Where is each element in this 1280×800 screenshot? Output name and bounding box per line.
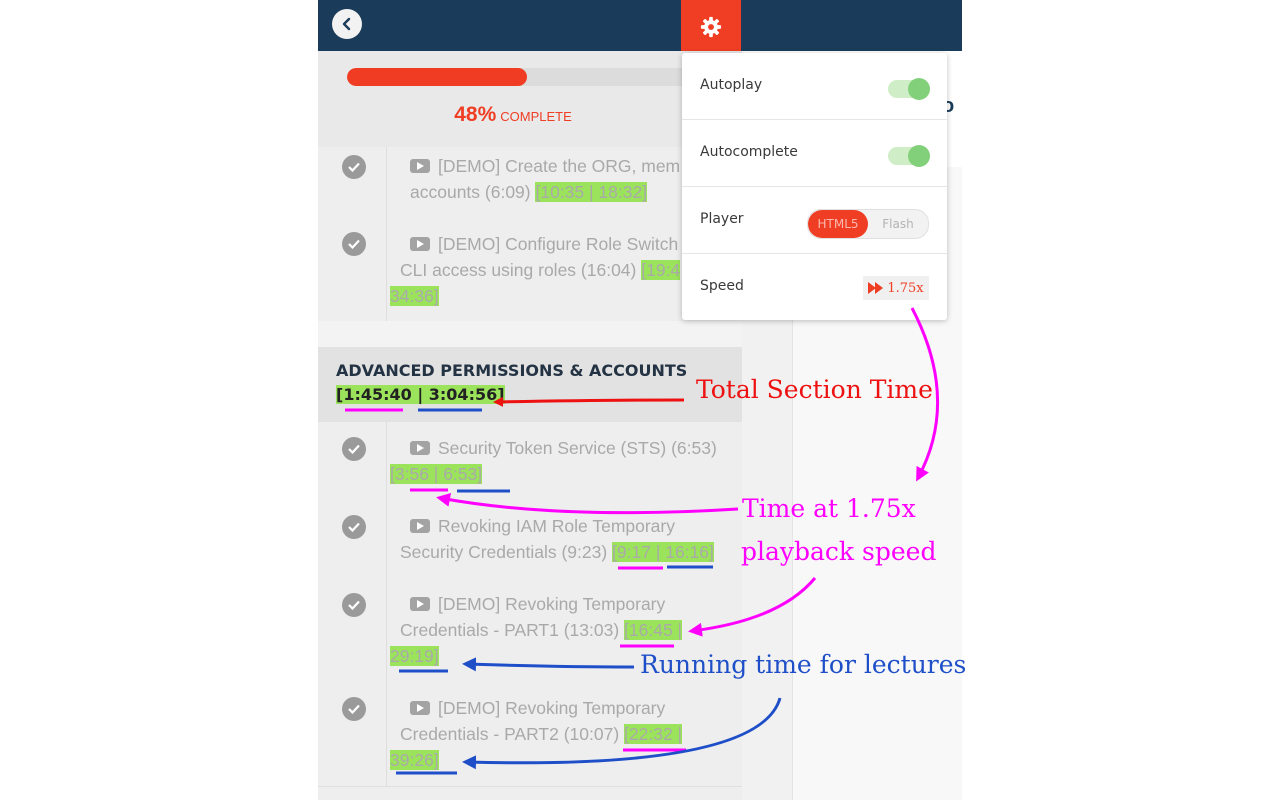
completed-check-icon[interactable]	[342, 515, 366, 539]
lecture-title: [DEMO] Configure Role Switch CLI access …	[390, 234, 681, 306]
section-time: [1:45:40 | 3:04:56]	[336, 385, 505, 404]
progress-bar	[347, 68, 722, 86]
annotation-speed-line1: Time at 1.75x	[742, 494, 916, 523]
lecture-title: [DEMO] Revoking Temporary Credentials - …	[390, 698, 683, 770]
lecture-item[interactable]: Revoking IAM Role Temporary Security Cre…	[318, 500, 742, 579]
video-icon	[410, 597, 430, 611]
lecture-time: [19:4	[641, 260, 681, 280]
speed-button[interactable]: 1.75x	[863, 276, 929, 300]
section-title: ADVANCED PERMISSIONS & ACCOUNTS	[336, 361, 688, 380]
annotation-total-section: Total Section Time	[696, 375, 933, 404]
toggle-knob	[908, 145, 930, 167]
video-icon	[410, 441, 430, 455]
divider	[386, 147, 387, 218]
fast-forward-icon	[868, 282, 884, 294]
completed-check-icon[interactable]	[342, 232, 366, 256]
video-icon	[410, 519, 430, 533]
top-bar	[318, 0, 962, 53]
settings-button[interactable]	[681, 0, 741, 53]
lecture-time: [16:45 |	[624, 620, 683, 640]
section-time-total: 3:04:56	[428, 385, 498, 404]
video-icon	[410, 159, 430, 173]
back-button[interactable]	[332, 9, 362, 39]
lecture-time-cont: 34:36]	[390, 286, 439, 306]
annotation-running: Running time for lectures	[640, 650, 967, 679]
gear-icon	[700, 16, 722, 37]
progress-bar-fill	[347, 68, 527, 86]
completed-check-icon[interactable]	[342, 437, 366, 461]
video-icon	[410, 237, 430, 251]
completed-check-icon[interactable]	[342, 593, 366, 617]
curriculum-sidebar: 48% COMPLETE [DEMO] Create the ORG, mem a…	[318, 51, 742, 800]
speed-label: Speed	[700, 278, 744, 294]
section-time-fast: 1:45:40	[343, 385, 412, 404]
lecture-time: [22:32 |	[624, 724, 683, 744]
chevron-left-icon	[342, 17, 351, 31]
lecture-time-cont: 29:19]	[390, 646, 439, 666]
lecture-title: Revoking IAM Role Temporary Security Cre…	[400, 516, 714, 562]
progress-area: 48% COMPLETE	[318, 51, 742, 147]
divider	[386, 422, 387, 500]
lecture-time: [9:17 | 16:16]	[612, 542, 714, 562]
setting-autoplay: Autoplay	[682, 53, 947, 120]
player-option-flash[interactable]: Flash	[868, 210, 928, 238]
divider	[386, 578, 387, 682]
divider	[386, 218, 387, 321]
setting-player: Player HTML5 Flash	[682, 187, 947, 254]
progress-complete-label: COMPLETE	[500, 109, 572, 124]
lecture-item[interactable]: [DEMO] Create the ORG, mem accounts (6:0…	[318, 147, 742, 219]
section-gap	[318, 321, 742, 347]
lecture-time: [10:35 | 18:32]	[535, 182, 648, 202]
completed-check-icon[interactable]	[342, 155, 366, 179]
player-selector: HTML5 Flash	[807, 209, 929, 239]
toggle-knob	[908, 78, 930, 100]
player-label: Player	[700, 211, 744, 227]
divider	[386, 682, 387, 786]
settings-popover: Autoplay Autocomplete Player HTML5 Flash…	[682, 53, 947, 320]
autoplay-label: Autoplay	[700, 77, 763, 93]
setting-speed: Speed 1.75x	[682, 254, 947, 320]
progress-percent: 48%	[454, 103, 497, 126]
lecture-item[interactable]: [DEMO] Revoking Temporary Credentials - …	[318, 682, 742, 787]
video-icon	[410, 701, 430, 715]
annotation-speed-line2: playback speed	[741, 537, 937, 566]
autocomplete-toggle[interactable]	[888, 145, 930, 167]
lecture-time-cont: 39:26]	[390, 750, 439, 770]
progress-label: 48% COMPLETE	[318, 103, 708, 127]
lecture-time: [3:56 | 6:53]	[390, 464, 483, 484]
section-header[interactable]: ADVANCED PERMISSIONS & ACCOUNTS [1:45:40…	[318, 347, 742, 422]
autoplay-toggle[interactable]	[888, 78, 930, 100]
setting-autocomplete: Autocomplete	[682, 120, 947, 187]
lecture-item[interactable]: [DEMO] Configure Role Switch CLI access …	[318, 218, 742, 322]
completed-check-icon[interactable]	[342, 697, 366, 721]
speed-value: 1.75x	[887, 280, 924, 296]
lecture-item[interactable]: Security Token Service (STS) (6:53) [3:5…	[318, 422, 742, 501]
player-option-html5[interactable]: HTML5	[808, 210, 868, 238]
lecture-title: Security Token Service (STS) (6:53) [3:5…	[390, 438, 717, 484]
autocomplete-label: Autocomplete	[700, 144, 798, 160]
divider	[386, 500, 387, 578]
